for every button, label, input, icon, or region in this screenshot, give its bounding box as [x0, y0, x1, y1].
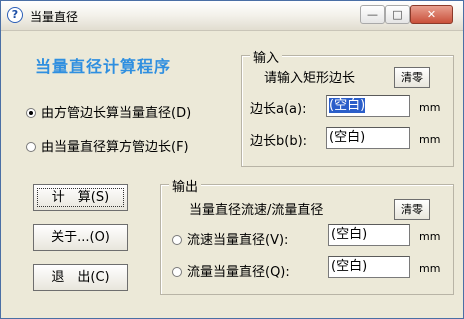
close-button[interactable]: ✕ — [410, 5, 453, 24]
mode-label: 由方管边长算当量直径(D) — [41, 106, 192, 121]
side-a-input[interactable]: (空白) — [326, 95, 410, 117]
radio-unselected-icon — [172, 235, 182, 245]
velocity-diameter-output[interactable]: (空白) — [328, 224, 410, 246]
input-group: 输入 请输入矩形边长 清零 边长a(a): (空白) mm 边长b(b): (空… — [241, 47, 454, 167]
mode-label: 由当量直径算方管边长(F) — [41, 140, 189, 155]
output-clear-button[interactable]: 清零 — [394, 199, 430, 220]
flow-diameter-radio[interactable]: 流量当量直径(Q): — [172, 261, 290, 280]
output-group: 输出 当量直径流速/流量直径 清零 流速当量直径(V): (空白) mm 流量当… — [160, 176, 454, 295]
side-a-unit: mm — [419, 101, 441, 114]
app-title: 当量直径计算程序 — [35, 57, 172, 76]
side-a-label: 边长a(a): — [250, 102, 307, 117]
side-b-label: 边长b(b): — [250, 134, 308, 149]
input-group-title: 输入 — [250, 47, 283, 66]
velocity-label: 流速当量直径(V): — [187, 233, 289, 248]
radio-unselected-icon — [26, 142, 36, 152]
mode-diameter-to-side-radio[interactable]: 由当量直径算方管边长(F) — [26, 136, 189, 155]
output-group-title: 输出 — [169, 176, 202, 195]
flow-diameter-output[interactable]: (空白) — [328, 256, 410, 278]
velocity-unit: mm — [419, 230, 441, 243]
question-mark-icon: ? — [7, 7, 23, 23]
window-title: 当量直径 — [30, 10, 79, 24]
flow-label: 流量当量直径(Q): — [187, 265, 290, 280]
minimize-button[interactable]: — — [360, 5, 385, 24]
main-window: ? 当量直径 — □ ✕ 当量直径计算程序 由方管边长算当量直径(D) 由当量直… — [0, 0, 464, 319]
radio-unselected-icon — [172, 267, 182, 277]
calculate-button[interactable]: 计 算(S) — [33, 184, 128, 211]
title-bar[interactable]: ? 当量直径 — □ ✕ — [1, 1, 463, 31]
velocity-diameter-radio[interactable]: 流速当量直径(V): — [172, 229, 288, 248]
input-prompt: 请输入矩形边长 — [264, 71, 356, 86]
radio-selected-icon — [26, 108, 36, 118]
focus-rect — [37, 188, 124, 207]
output-subtitle: 当量直径流速/流量直径 — [189, 203, 324, 218]
about-button[interactable]: 关于...(O) — [33, 224, 128, 251]
flow-unit: mm — [419, 262, 441, 275]
mode-side-to-diameter-radio[interactable]: 由方管边长算当量直径(D) — [26, 102, 191, 121]
side-b-input[interactable]: (空白) — [326, 127, 410, 149]
side-b-unit: mm — [419, 133, 441, 146]
maximize-button[interactable]: □ — [385, 5, 410, 24]
exit-button[interactable]: 退 出(C) — [33, 264, 128, 291]
input-clear-button[interactable]: 清零 — [394, 67, 430, 88]
